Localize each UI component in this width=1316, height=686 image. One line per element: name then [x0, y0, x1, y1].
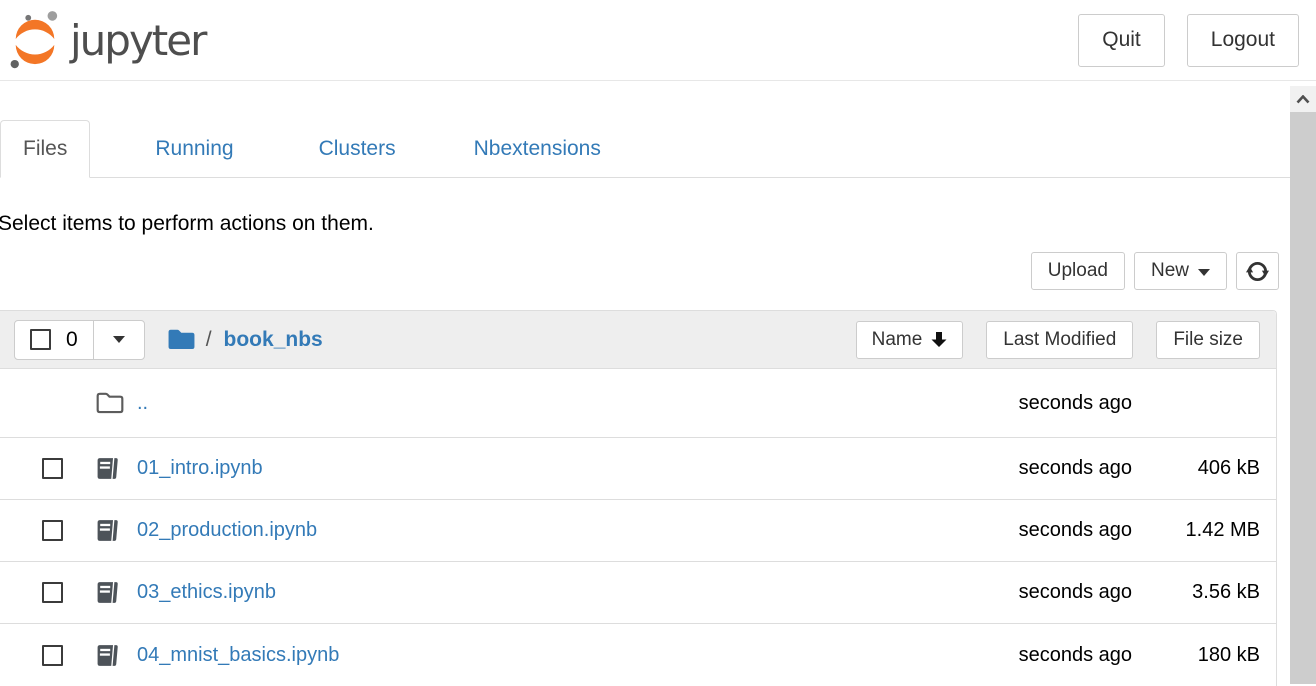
file-row: 01_intro.ipynb seconds ago 406 kB	[0, 438, 1276, 500]
tab-running[interactable]: Running	[140, 120, 248, 177]
vertical-scrollbar[interactable]	[1290, 86, 1316, 684]
new-dropdown-button[interactable]: New	[1134, 252, 1227, 290]
sort-name-label: Name	[872, 329, 923, 351]
chevron-up-icon	[1296, 95, 1310, 104]
select-all-checkbox[interactable]	[30, 329, 51, 350]
file-row: 02_production.ipynb seconds ago 1.42 MB	[0, 500, 1276, 562]
file-modified: seconds ago	[912, 392, 1132, 415]
file-list: .. seconds ago 01_intro.ipynb seconds ag…	[0, 369, 1276, 686]
main-content: Files Running Clusters Nbextensions Sele…	[0, 120, 1290, 686]
file-row-checkbox[interactable]	[42, 458, 63, 479]
notebook-book-icon	[95, 644, 120, 667]
file-modified: seconds ago	[912, 581, 1132, 604]
jupyter-logo[interactable]: jupyter	[8, 10, 205, 70]
file-row-checkbox[interactable]	[42, 645, 63, 666]
quit-button[interactable]: Quit	[1078, 14, 1165, 67]
file-size: 1.42 MB	[1132, 519, 1276, 542]
jupyter-logo-icon	[8, 10, 62, 70]
arrow-down-icon	[931, 331, 947, 348]
file-row-checkbox[interactable]	[42, 520, 63, 541]
tab-nbextensions[interactable]: Nbextensions	[459, 120, 616, 177]
file-modified: seconds ago	[912, 457, 1132, 480]
notebook-book-icon	[95, 457, 120, 480]
sort-by-size-button[interactable]: File size	[1156, 321, 1260, 359]
file-list-header: 0 / book_nbs Name Last Modified	[0, 311, 1276, 369]
select-items-message: Select items to perform actions on them.	[0, 212, 1290, 236]
file-modified: seconds ago	[912, 519, 1132, 542]
refresh-icon	[1246, 260, 1269, 283]
notebook-book-icon	[95, 581, 120, 604]
file-size: 3.56 kB	[1132, 581, 1276, 604]
breadcrumb-separator: /	[206, 328, 212, 352]
file-name-link[interactable]: 01_intro.ipynb	[137, 457, 263, 480]
select-filter-dropdown[interactable]	[93, 320, 145, 360]
file-row: .. seconds ago	[0, 369, 1276, 438]
tab-bar: Files Running Clusters Nbextensions	[0, 120, 1290, 178]
logout-button[interactable]: Logout	[1187, 14, 1299, 67]
file-name-link[interactable]: 03_ethics.ipynb	[137, 581, 276, 604]
file-row: 03_ethics.ipynb seconds ago 3.56 kB	[0, 562, 1276, 624]
notebook-toolbar: Upload New	[0, 252, 1290, 290]
folder-outline-icon	[95, 390, 125, 416]
file-name-link[interactable]: 04_mnist_basics.ipynb	[137, 644, 339, 667]
new-dropdown-label: New	[1151, 260, 1189, 282]
breadcrumb-home[interactable]	[167, 327, 196, 352]
refresh-button[interactable]	[1236, 252, 1279, 290]
tab-files[interactable]: Files	[0, 120, 90, 178]
file-row-checkbox[interactable]	[42, 582, 63, 603]
file-browser: 0 / book_nbs Name Last Modified	[0, 310, 1277, 686]
sort-by-name-button[interactable]: Name	[856, 321, 964, 359]
upload-button[interactable]: Upload	[1031, 252, 1125, 290]
selected-count: 0	[66, 328, 78, 352]
caret-down-icon	[1198, 269, 1210, 276]
file-size: 180 kB	[1132, 644, 1276, 667]
scrollbar-thumb[interactable]	[1290, 112, 1316, 684]
caret-down-icon	[113, 336, 125, 343]
notebook-book-icon	[95, 519, 120, 542]
breadcrumb-current-folder[interactable]: book_nbs	[224, 328, 323, 352]
select-all-group: 0	[14, 320, 145, 360]
sort-by-modified-button[interactable]: Last Modified	[986, 321, 1133, 359]
file-name-link[interactable]: 02_production.ipynb	[137, 519, 317, 542]
file-name-link[interactable]: ..	[137, 392, 148, 415]
brand-wordmark: jupyter	[70, 16, 205, 65]
app-header: jupyter Quit Logout	[0, 0, 1316, 81]
file-modified: seconds ago	[912, 644, 1132, 667]
scroll-up-button[interactable]	[1290, 86, 1316, 112]
folder-icon	[167, 327, 196, 352]
tab-clusters[interactable]: Clusters	[304, 120, 411, 177]
file-row: 04_mnist_basics.ipynb seconds ago 180 kB	[0, 624, 1276, 686]
select-all-button[interactable]: 0	[14, 320, 94, 360]
file-size: 406 kB	[1132, 457, 1276, 480]
